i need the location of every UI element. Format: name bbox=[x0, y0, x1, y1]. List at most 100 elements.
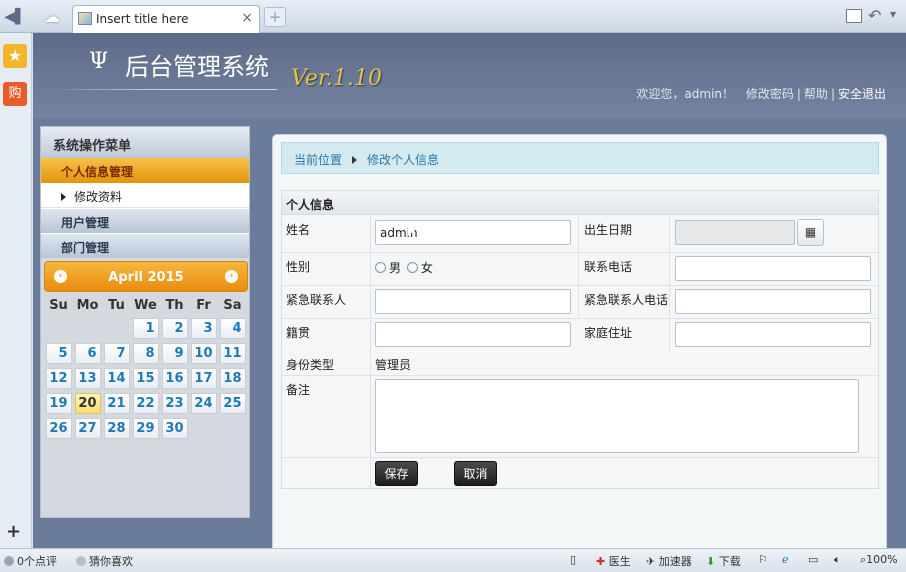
browser-toolbar: ◀▌ ☁ Insert title here × + ↶ ▾ bbox=[0, 0, 906, 33]
calendar-day[interactable]: 7 bbox=[103, 343, 130, 364]
form-row: 身份类型 管理员 bbox=[282, 352, 878, 376]
change-password-link[interactable]: 修改密码 bbox=[746, 87, 794, 101]
guess-item[interactable]: 猜你喜欢 bbox=[76, 553, 133, 569]
calendar-day[interactable]: 27 bbox=[74, 418, 101, 439]
chevron-down-icon[interactable]: ▾ bbox=[890, 7, 896, 21]
browser-sidebar: ★ 购 + bbox=[0, 33, 32, 548]
calendar-day[interactable]: 22 bbox=[132, 393, 159, 414]
new-tab-button[interactable]: + bbox=[264, 7, 286, 27]
calendar-day[interactable]: 29 bbox=[132, 418, 159, 439]
status-bar: 0个点评 猜你喜欢 ▯ ✚ 医生 ✈ 加速器 ⬇ 下载 ⚐ ℯ ▭ 🔈︎ ⌕10… bbox=[0, 548, 906, 572]
calendar-day[interactable]: 21 bbox=[103, 393, 130, 414]
calendar-day[interactable]: 12 bbox=[45, 368, 72, 389]
undo-icon[interactable]: ↶ bbox=[868, 6, 881, 25]
birth-date-input[interactable] bbox=[675, 220, 795, 245]
accelerator-item[interactable]: ✈ 加速器 bbox=[646, 553, 692, 569]
doctor-item[interactable]: ✚ 医生 bbox=[596, 553, 631, 569]
close-icon[interactable]: × bbox=[241, 10, 253, 26]
calendar-month: April 2015 bbox=[108, 270, 184, 285]
menu-item-user-management[interactable]: 用户管理 bbox=[41, 208, 249, 233]
calendar-day[interactable]: 19 bbox=[45, 393, 72, 414]
logout-link[interactable]: 安全退出 bbox=[838, 87, 886, 101]
breadcrumb-page[interactable]: 修改个人信息 bbox=[367, 153, 439, 167]
calendar-day[interactable]: 4 bbox=[219, 318, 246, 339]
back-icon[interactable]: ◀▌ bbox=[4, 7, 26, 27]
save-button[interactable]: 保存 bbox=[375, 461, 418, 486]
calendar-day[interactable]: 25 bbox=[219, 393, 246, 414]
name-input[interactable] bbox=[375, 220, 571, 245]
main-panel: 当前位置 修改个人信息 个人信息 姓名 出生日期 ▦ 性别 bbox=[272, 134, 887, 548]
calendar-day[interactable]: 6 bbox=[74, 343, 101, 364]
calendar-day[interactable]: 16 bbox=[161, 368, 188, 389]
top-links: 欢迎您，admin！ 修改密码 | 帮助 | 安全退出 bbox=[636, 87, 886, 101]
triangle-right-icon bbox=[61, 193, 66, 201]
calendar-day[interactable]: 20 bbox=[74, 393, 101, 414]
medical-icon: ✚ bbox=[596, 555, 606, 568]
menu-item-edit-profile[interactable]: 修改资料 bbox=[41, 183, 249, 208]
calendar-day[interactable]: 17 bbox=[190, 368, 217, 389]
menu-section-profile[interactable]: 个人信息管理 bbox=[41, 158, 249, 183]
calendar-day[interactable]: 2 bbox=[161, 318, 188, 339]
window-icon[interactable]: ▭ bbox=[808, 553, 818, 566]
emergency-contact-input[interactable] bbox=[375, 289, 571, 314]
help-link[interactable]: 帮助 bbox=[804, 87, 828, 101]
gender-female-label: 女 bbox=[420, 261, 433, 275]
gender-male-radio[interactable] bbox=[375, 262, 386, 273]
flag-icon[interactable]: ⚐ bbox=[758, 553, 768, 566]
calendar-day[interactable]: 5 bbox=[45, 343, 72, 364]
ie-icon[interactable]: ℯ bbox=[782, 553, 789, 566]
calendar-day[interactable]: 30 bbox=[161, 418, 188, 439]
download-icon: ⬇ bbox=[706, 555, 716, 568]
comments-item[interactable]: 0个点评 bbox=[4, 553, 57, 569]
cloud-icon[interactable]: ☁ bbox=[40, 7, 64, 27]
calendar-day[interactable]: 23 bbox=[161, 393, 188, 414]
gender-female-radio[interactable] bbox=[406, 262, 418, 273]
calendar-day[interactable]: 9 bbox=[161, 343, 188, 364]
breadcrumb-location[interactable]: 当前位置 bbox=[294, 153, 342, 167]
accelerator-text: 加速器 bbox=[658, 555, 692, 568]
browser-tab[interactable]: Insert title here × bbox=[72, 5, 260, 33]
calendar-day[interactable]: 28 bbox=[103, 418, 130, 439]
calendar-day[interactable]: 15 bbox=[132, 368, 159, 389]
form-row: 姓名 出生日期 ▦ bbox=[282, 216, 878, 253]
tab-title: Insert title here bbox=[96, 12, 189, 26]
cancel-button[interactable]: 取消 bbox=[454, 461, 497, 486]
star-icon[interactable]: ★ bbox=[3, 44, 27, 68]
calendar-day[interactable]: 8 bbox=[132, 343, 159, 364]
calendar-day[interactable]: 10 bbox=[190, 343, 217, 364]
identity-label: 身份类型 bbox=[286, 358, 335, 372]
menu-item-department-management[interactable]: 部门管理 bbox=[41, 233, 249, 258]
calendar-day[interactable]: 13 bbox=[74, 368, 101, 389]
phone-icon[interactable]: ▯ bbox=[570, 553, 576, 566]
logo-icon: Ψ bbox=[89, 49, 109, 74]
gender-male-label: 男 bbox=[389, 261, 402, 275]
gender-label: 性别 bbox=[286, 260, 311, 274]
shopping-icon[interactable]: 购 bbox=[3, 82, 27, 106]
calendar-day[interactable]: 24 bbox=[190, 393, 217, 414]
download-item[interactable]: ⬇ 下载 bbox=[706, 553, 741, 569]
calendar-day[interactable]: 14 bbox=[103, 368, 130, 389]
native-place-input[interactable] bbox=[375, 322, 571, 347]
plus-icon[interactable]: + bbox=[6, 521, 21, 542]
remark-label: 备注 bbox=[286, 383, 311, 397]
remark-textarea[interactable] bbox=[375, 379, 859, 453]
calendar-day[interactable]: 18 bbox=[219, 368, 246, 389]
window-icon[interactable] bbox=[846, 9, 862, 23]
zoom-item[interactable]: ⌕100% bbox=[860, 553, 898, 567]
rocket-icon: ✈ bbox=[646, 555, 656, 568]
doctor-text: 医生 bbox=[608, 555, 631, 568]
calendar-day[interactable]: 11 bbox=[219, 343, 246, 364]
weekday-label: Sa bbox=[223, 298, 242, 313]
calendar-day[interactable]: 3 bbox=[190, 318, 217, 339]
emergency-phone-input[interactable] bbox=[675, 289, 871, 314]
chevron-left-icon[interactable]: ‹ bbox=[54, 270, 67, 283]
calendar-icon[interactable]: ▦ bbox=[797, 219, 824, 246]
phone-input[interactable] bbox=[675, 256, 871, 281]
weekday-label: Mo bbox=[76, 298, 99, 313]
calendar-day[interactable]: 1 bbox=[132, 318, 159, 339]
address-input[interactable] bbox=[675, 322, 871, 347]
calendar-day[interactable]: 26 bbox=[45, 418, 72, 439]
page-icon bbox=[78, 12, 92, 25]
speaker-icon[interactable]: 🔈︎ bbox=[834, 553, 841, 567]
chevron-right-icon[interactable]: › bbox=[225, 270, 238, 283]
